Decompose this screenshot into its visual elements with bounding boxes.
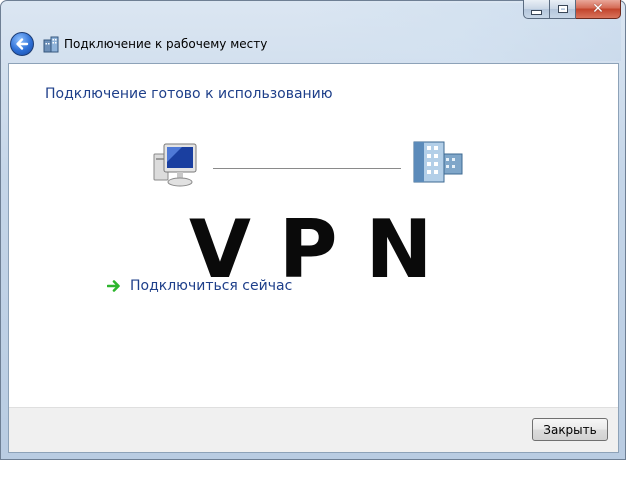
- wizard-nav: Подключение к рабочему месту: [10, 32, 267, 56]
- workplace-icon: [43, 36, 59, 53]
- dialog-window: ✕ Подключение к рабочему месту Подключен…: [0, 0, 626, 460]
- page-heading: Подключение готово к использованию: [45, 86, 333, 102]
- server-icon: [413, 141, 463, 183]
- window-title: Подключение к рабочему месту: [64, 37, 268, 51]
- minimize-button[interactable]: [523, 0, 550, 19]
- window-close-button[interactable]: ✕: [576, 0, 621, 19]
- minimize-icon: [531, 9, 542, 15]
- connect-now-link[interactable]: Подключиться сейчас: [107, 276, 292, 296]
- green-arrow-icon: [107, 280, 120, 292]
- computer-icon: [153, 143, 197, 187]
- back-arrow-icon: [16, 38, 29, 50]
- back-button[interactable]: [10, 32, 34, 56]
- wizard-content: Подключение готово к использованию VPN П…: [8, 63, 619, 453]
- connect-now-label: Подключиться сейчас: [130, 278, 293, 294]
- maximize-icon: [557, 5, 568, 13]
- close-icon: ✕: [592, 1, 604, 17]
- close-button[interactable]: Закрыть: [532, 418, 608, 441]
- caption-buttons: ✕: [523, 0, 621, 20]
- connection-line: [213, 168, 401, 169]
- dialog-footer: Закрыть: [9, 407, 618, 452]
- maximize-button[interactable]: [550, 0, 576, 19]
